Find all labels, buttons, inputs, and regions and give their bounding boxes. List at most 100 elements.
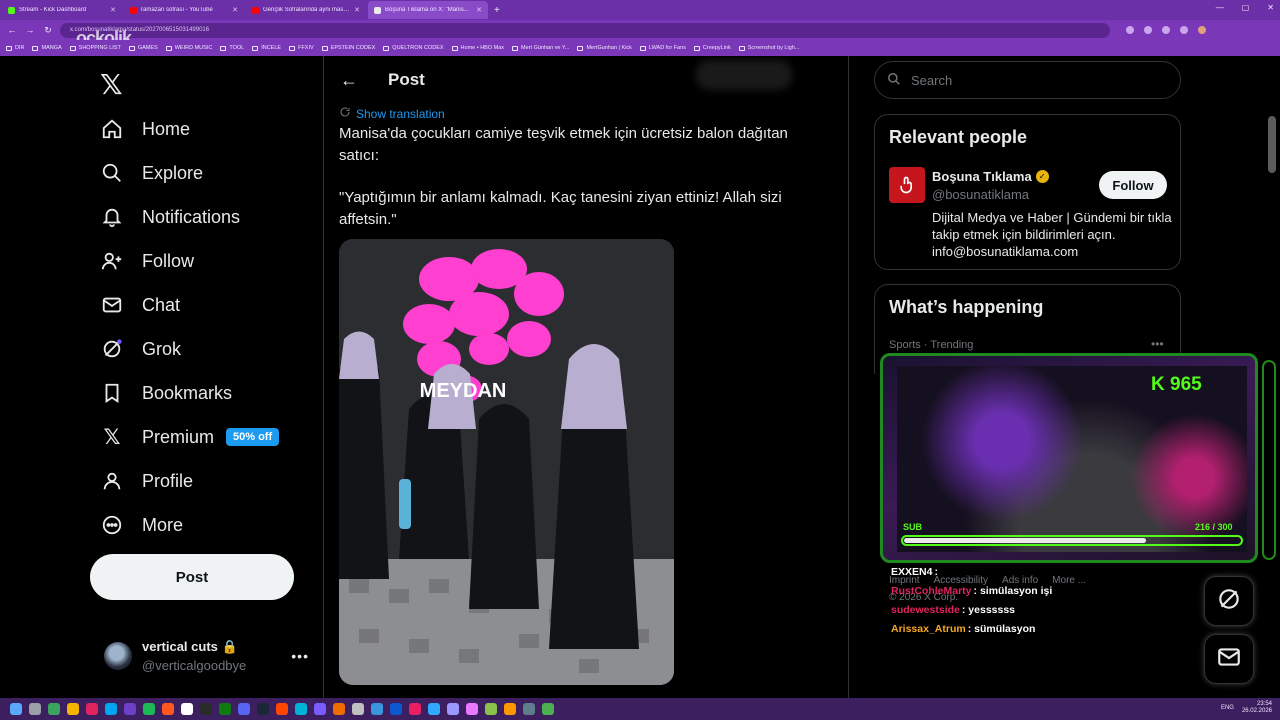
taskbar-app-icon[interactable] [466,703,478,715]
account-text: vertical cuts 🔒 @verticalgoodbye [142,639,281,673]
more-horizontal-icon[interactable]: ••• [1151,337,1164,351]
maximize-icon[interactable]: ▢ [1242,3,1250,12]
reload-icon[interactable]: ↻ [42,25,54,36]
taskbar-app-icon[interactable] [181,703,193,715]
post-button[interactable]: Post [90,554,294,600]
new-tab-button[interactable]: + [494,5,500,16]
nav-label: Home [142,118,191,139]
tab-kick-dashboard[interactable]: Stream - Kick Dashboard ✕ [2,1,122,19]
scrollbar[interactable] [1268,116,1276,173]
nav-premium[interactable]: 𝕏 Premium 50% off [100,422,280,452]
profile-name[interactable]: Boşuna Tıklama ✓ [932,169,1049,184]
x-logo-icon[interactable]: 𝕏 [100,68,123,101]
bookmark-label: MANGA [41,45,62,51]
bookmark-item[interactable]: EPSTEIN CODEX [321,45,375,51]
taskbar-app-icon[interactable] [257,703,269,715]
taskbar-app-icon[interactable] [276,703,288,715]
bookmark-item[interactable]: DIR [6,45,24,51]
language-indicator[interactable]: ENG [1221,705,1234,711]
bookmark-item[interactable]: GAMES [128,45,158,51]
taskbar-app-icon[interactable] [447,703,459,715]
back-icon[interactable]: ← [6,25,18,35]
taskbar-app-icon[interactable] [542,703,554,715]
bookmark-item[interactable]: Home • HBO Max [451,45,504,51]
close-tab-icon[interactable]: ✕ [354,6,360,14]
nav-explore[interactable]: Explore [100,158,203,188]
more-horizontal-icon[interactable]: ••• [291,648,309,664]
taskbar-app-icon[interactable] [48,703,60,715]
profile-icon[interactable] [1198,26,1206,34]
taskbar-app-icon[interactable] [428,703,440,715]
follow-button[interactable]: Follow [1099,171,1167,199]
bookmark-item[interactable]: Mert Günhan ve Y... [512,45,569,51]
taskbar-app-icon[interactable] [162,703,174,715]
bookmark-item[interactable]: TOOL [220,45,244,51]
taskbar-app-icon[interactable] [29,703,41,715]
messages-float-button[interactable] [1204,634,1254,684]
taskbar-app-icon[interactable] [124,703,136,715]
tab-youtube-ramazan[interactable]: ramazan sofrası - YouTube ✕ [124,1,244,19]
extension-icon[interactable] [1180,26,1188,34]
taskbar-app-icon[interactable] [371,703,383,715]
bookmark-item[interactable]: WEIRD MUSIC [165,45,212,51]
nav-more[interactable]: More [100,510,183,540]
profile-bio: Dijital Medya ve Haber | Gündemi bir tık… [932,210,1172,259]
taskbar-app-icon[interactable] [333,703,345,715]
show-translation-link[interactable]: Show translation [339,106,445,121]
extension-icon[interactable] [1126,26,1134,34]
taskbar-app-icon[interactable] [314,703,326,715]
nav-follow[interactable]: Follow [100,246,194,276]
nav-chat[interactable]: Chat [100,290,180,320]
taskbar-app-icon[interactable] [10,703,22,715]
account-switcher[interactable]: vertical cuts 🔒 @verticalgoodbye ••• [104,636,309,676]
bookmark-item[interactable]: SHOPPING LIST [69,45,121,51]
taskbar-app-icon[interactable] [200,703,212,715]
minimize-icon[interactable]: — [1216,3,1224,12]
taskbar-app-icon[interactable] [504,703,516,715]
taskbar-app-icon[interactable] [390,703,402,715]
taskbar-app-icon[interactable] [219,703,231,715]
nav-home[interactable]: Home [100,114,190,144]
footer-link[interactable]: More ... [1052,575,1086,586]
nav-bookmarks[interactable]: Bookmarks [100,378,232,408]
nav-notifications[interactable]: Notifications [100,202,240,232]
close-tab-icon[interactable]: ✕ [232,6,238,14]
taskbar-app-icon[interactable] [485,703,497,715]
clock[interactable]: 23:54 26.02.2026 [1242,701,1272,715]
bookmark-item[interactable]: LWAD for Fans [639,45,686,51]
profile-avatar[interactable] [889,167,925,203]
close-tab-icon[interactable]: ✕ [476,6,482,14]
forward-icon[interactable]: → [24,25,36,35]
bookmark-item[interactable]: MANGA [32,45,62,51]
taskbar-app-icon[interactable] [143,703,155,715]
bookmark-item[interactable]: İNCELE [252,45,281,51]
grok-float-button[interactable] [1204,576,1254,626]
tab-x-post[interactable]: Boşuna Tıklama on X: "Manis... ✕ [368,1,488,19]
nav-grok[interactable]: Grok [100,334,181,364]
taskbar-app-icon[interactable] [105,703,117,715]
taskbar-app-icon[interactable] [523,703,535,715]
address-bar[interactable]: x.com/bosunatiklama/status/2027006515031… [60,22,1110,38]
taskbar-app-icon[interactable] [86,703,98,715]
tweet-video[interactable]: MEYDAN [339,239,674,685]
search-input[interactable]: Search [874,61,1181,99]
bookmark-item[interactable]: MertGunhan | Kick [577,45,632,51]
taskbar-app-icon[interactable] [238,703,250,715]
bookmark-item[interactable]: FFXIV [289,45,314,51]
taskbar-app-icon[interactable] [295,703,307,715]
tab-youtube-genclik[interactable]: Gençlik Sofralarında aynı masa etr... ✕ [246,1,366,19]
extension-icon[interactable] [1144,26,1152,34]
bookmark-item[interactable]: QUELTRON CODEX [383,45,444,51]
back-arrow-icon[interactable]: ← [340,70,358,91]
trend-category[interactable]: Sports · Trending [889,339,973,351]
close-window-icon[interactable]: ✕ [1267,3,1274,12]
taskbar-app-icon[interactable] [67,703,79,715]
bookmark-item[interactable]: CreepyLink [693,45,731,51]
close-tab-icon[interactable]: ✕ [110,6,116,14]
nav-profile[interactable]: Profile [100,466,193,496]
taskbar-app-icon[interactable] [409,703,421,715]
extension-icon[interactable] [1162,26,1170,34]
taskbar-app-icon[interactable] [352,703,364,715]
bookmark-item[interactable]: Screenshot by Ligh... [738,45,799,51]
grok-icon [100,337,124,361]
